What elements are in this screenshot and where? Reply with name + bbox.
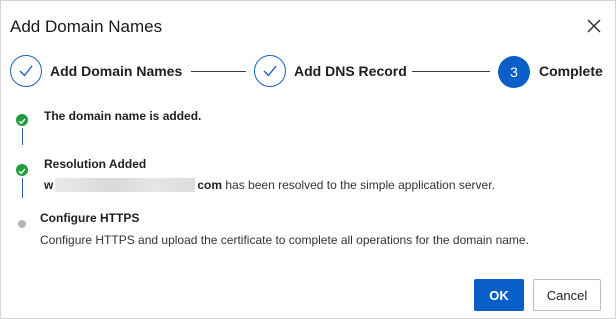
dialog-title: Add Domain Names	[10, 17, 163, 36]
step-3-number: 3	[498, 56, 530, 88]
step-1-label: Add Domain Names	[50, 63, 183, 79]
timeline-item-title: The domain name is added.	[44, 109, 202, 123]
close-icon[interactable]	[583, 15, 605, 37]
domain-name-prefix: w	[44, 178, 54, 192]
cancel-button[interactable]: Cancel	[533, 279, 601, 311]
pending-dot-icon	[18, 220, 26, 228]
step-1-check-icon	[10, 55, 42, 87]
success-check-icon	[16, 164, 28, 176]
resolution-text: has been resolved to the simple applicat…	[222, 178, 495, 192]
timeline-item-title: Configure HTTPS	[40, 211, 140, 225]
timeline-item-title: Resolution Added	[44, 157, 147, 171]
success-check-icon	[16, 114, 28, 126]
redacted-domain	[55, 178, 196, 192]
timeline-item-description: Configure HTTPS and upload the certifica…	[40, 233, 529, 247]
step-2-label: Add DNS Record	[294, 63, 407, 79]
ok-button[interactable]: OK	[474, 279, 524, 311]
step-connector-1	[191, 71, 246, 72]
step-2-check-icon	[254, 55, 286, 87]
timeline-connector	[22, 178, 23, 198]
timeline-connector	[22, 128, 23, 145]
step-3-label: Complete	[539, 63, 603, 79]
step-connector-2	[412, 71, 490, 72]
add-domain-names-dialog: Add Domain Names Add Domain Names Add DN…	[0, 0, 616, 319]
resolution-description: w com has been resolved to the simple app…	[44, 178, 495, 192]
domain-name-suffix: com	[197, 178, 223, 192]
